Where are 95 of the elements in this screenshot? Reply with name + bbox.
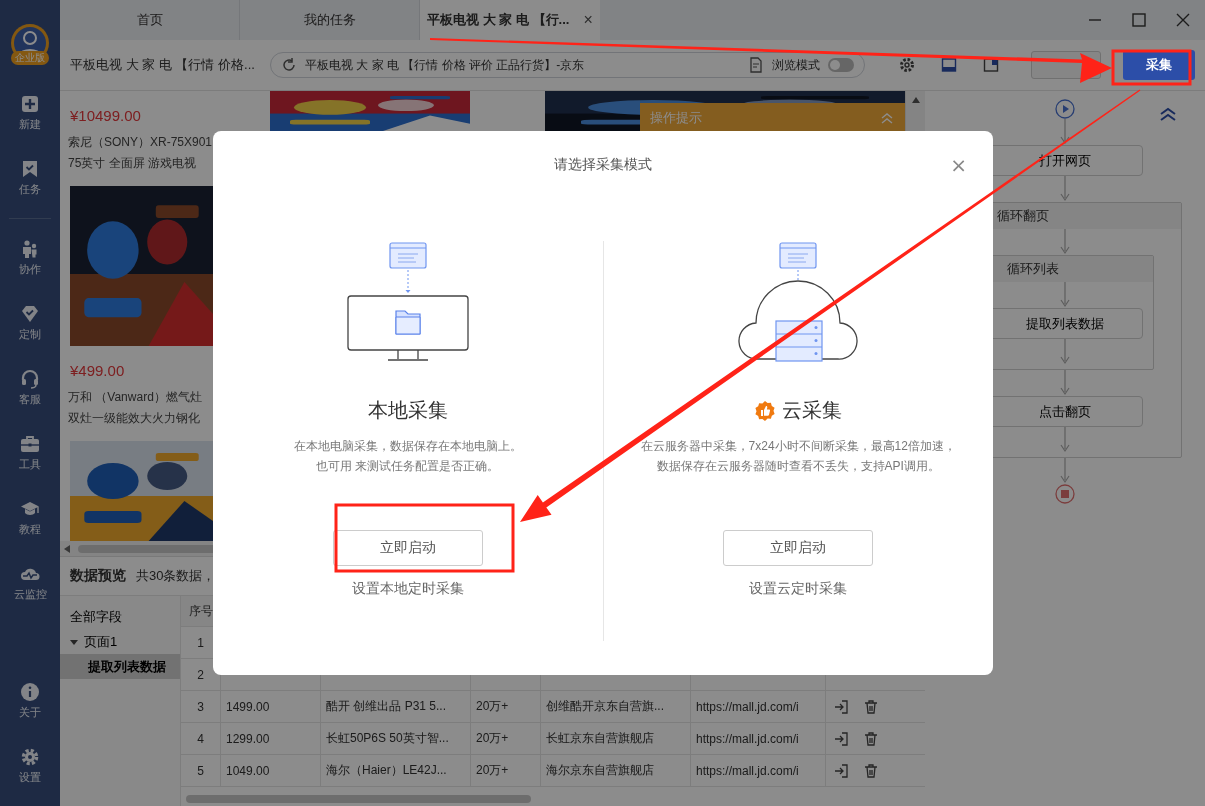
play-icon[interactable] (1055, 99, 1075, 119)
mode-description: 在本地电脑采集，数据保存在本地电脑上。 也可用 来测试任务配置是否正确。 (293, 438, 522, 475)
sidebar-item[interactable]: 设置 (1, 741, 59, 791)
plus-icon (20, 94, 40, 114)
table-cell: 酷开 创维出品 P31 5... (321, 691, 471, 722)
sidebar-item[interactable]: 关于 (1, 676, 59, 726)
table-cell: 1299.00 (221, 723, 321, 754)
table-cell: 海尔京东自营旗舰店 (541, 755, 691, 786)
table-cell: 创维酷开京东自营旗... (541, 691, 691, 722)
close-button[interactable]: × (946, 153, 971, 177)
close-icon (1176, 13, 1190, 27)
tree-item[interactable]: 页面1 (60, 629, 180, 654)
thumbs-up-icon (754, 399, 777, 422)
product-title[interactable]: 索尼（SONY）XR-75X901 (68, 132, 213, 153)
export-icon[interactable] (833, 762, 849, 779)
mode-title: 云采集 (782, 398, 843, 423)
table-cell: 1049.00 (221, 755, 321, 786)
trash-icon[interactable] (863, 698, 879, 715)
arrow-icon (1060, 458, 1070, 484)
settings-icon (20, 747, 40, 767)
table-cell: 1499.00 (221, 691, 321, 722)
table-cell: 5 (181, 755, 221, 786)
arrow-icon (1060, 370, 1070, 396)
mode-title: 本地采集 (367, 398, 448, 423)
arrow-icon (1060, 339, 1070, 365)
table-cell: 3 (181, 691, 221, 722)
maximize-icon (1132, 13, 1146, 27)
trash-icon[interactable] (863, 762, 879, 779)
sidebar-item[interactable]: 任务 (1, 153, 59, 203)
start-button[interactable]: 立即启动 (723, 530, 874, 566)
edition-badge: 企业版 (11, 51, 49, 65)
url-text: 平板电视 大 家 电 【行情 价格 评价 正品行货】-京东 (305, 58, 586, 72)
record-count: 共30条数据， (136, 567, 216, 585)
table-cell: 长虹京东自营旗舰店 (541, 723, 691, 754)
dialog-title: 请选择采集模式 (554, 156, 652, 174)
table-cell: 长虹50P6S 50英寸智... (321, 723, 471, 754)
people-icon (20, 239, 40, 259)
product-title[interactable]: 万和 （Vanward）燃气灶 (68, 387, 202, 408)
tree-item[interactable]: 提取列表数据 (60, 654, 180, 679)
table-cell: 20万+ (471, 723, 541, 754)
loop-label[interactable]: 循环翻页 (997, 207, 1049, 225)
chevron-up-icon[interactable] (1159, 107, 1177, 121)
table-cell: 海尔（Haier）LE42J... (321, 755, 471, 786)
sidebar-item[interactable]: 定制 (1, 298, 59, 348)
close-button[interactable]: × (583, 11, 593, 29)
settings-icon[interactable] (899, 57, 915, 73)
table-cell: 20万+ (471, 691, 541, 722)
sidebar-item[interactable]: 客服 (1, 363, 59, 413)
window-icon[interactable] (941, 57, 957, 73)
product-price: ¥499.00 (70, 362, 126, 379)
arrow-icon (1060, 282, 1070, 308)
mode-description: 在云服务器中采集，7x24小时不间断采集，最高12倍加速， 数据保存在云服务器随时查看不丢失，支持API调用。 (640, 438, 956, 475)
scrollbar[interactable] (186, 795, 531, 803)
scroll-left-icon[interactable] (64, 544, 70, 553)
schedule-link[interactable]: 设置本地定时采集 (351, 580, 464, 598)
sidebar-item[interactable]: 协作 (1, 233, 59, 283)
toggle-switch[interactable] (828, 58, 854, 72)
headset-icon (20, 369, 40, 389)
tab[interactable]: 首页 (60, 0, 240, 40)
arrow-icon (1060, 176, 1070, 202)
arrow-icon (1060, 427, 1070, 453)
trash-icon[interactable] (863, 730, 879, 747)
page-title: 平板电视 大 家 电 【行情 价格... (69, 56, 256, 74)
table-cell: 4 (181, 723, 221, 754)
product-title[interactable]: 75英寸 全面屏 游戏电视 (68, 153, 196, 174)
arrow-icon (1060, 229, 1070, 255)
arrow-icon (1060, 119, 1070, 145)
start-button[interactable]: 立即启动 (332, 530, 483, 566)
sidebar-item[interactable]: 新建 (1, 88, 59, 138)
schedule-link[interactable]: 设置云定时采集 (749, 580, 848, 598)
refresh-icon[interactable] (281, 57, 297, 73)
section-title: 数据预览 (70, 567, 126, 585)
tab[interactable]: 平板电视 大 家 电 【行... × (420, 0, 600, 40)
sidebar-item[interactable]: 工具 (1, 428, 59, 478)
table-cell: https://mall.jd.com/i (691, 755, 826, 786)
product-title[interactable]: 双灶一级能效大火力钢化 (68, 408, 200, 429)
sidebar-item[interactable]: 教程 (1, 493, 59, 543)
stop-icon[interactable] (1055, 484, 1075, 504)
export-icon[interactable] (833, 730, 849, 747)
tree-item[interactable]: 全部字段 (60, 604, 180, 629)
panel-title: 操作提示 (650, 109, 703, 127)
bookmark-icon (20, 159, 40, 179)
badge-check-icon (20, 304, 40, 324)
product-price: ¥10499.00 (70, 107, 142, 124)
sidebar-item[interactable]: 云监控 (1, 558, 59, 608)
table-cell: https://mall.jd.com/i (691, 691, 826, 722)
scroll-up-icon[interactable] (911, 97, 920, 103)
table-cell: https://mall.jd.com/i (691, 723, 826, 754)
document-icon[interactable] (748, 57, 764, 73)
toolbox-icon (20, 434, 40, 454)
toggle-label: 浏览模式 (772, 58, 820, 72)
caret-down-icon[interactable] (70, 637, 78, 646)
export-icon[interactable] (833, 698, 849, 715)
info-icon (20, 682, 40, 702)
table-cell: 20万+ (471, 755, 541, 786)
